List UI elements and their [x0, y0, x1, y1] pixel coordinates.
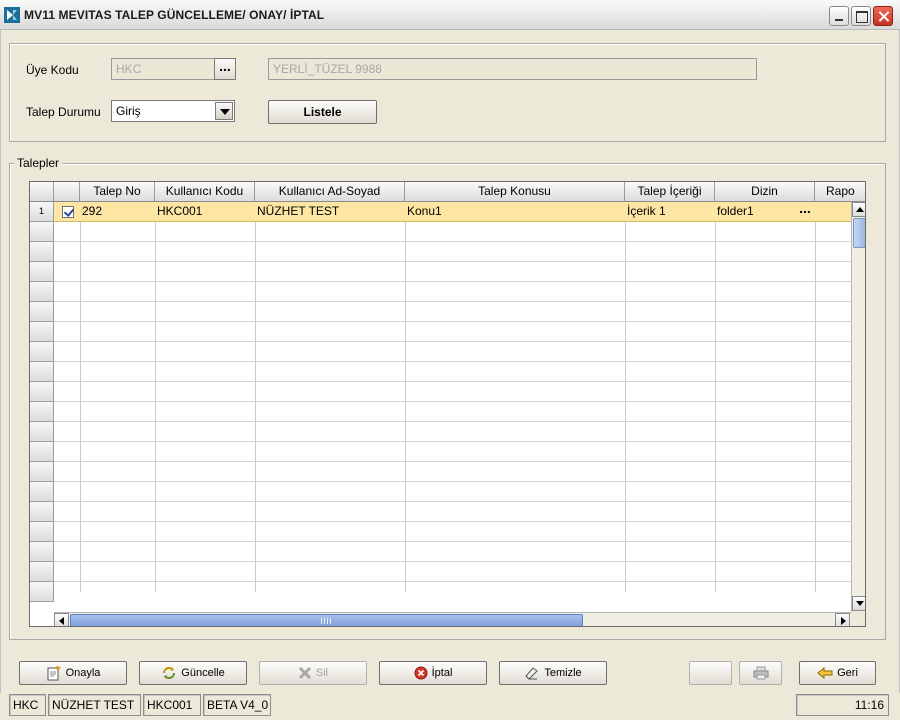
horizontal-scrollbar[interactable] — [54, 612, 851, 626]
row-header[interactable] — [30, 342, 54, 362]
cell-talep-no[interactable]: 292 — [80, 202, 155, 222]
row-header[interactable] — [30, 222, 54, 242]
onayla-label: Onayla — [65, 667, 101, 679]
row-header[interactable] — [30, 242, 54, 262]
row-header[interactable] — [30, 362, 54, 382]
scroll-up-icon[interactable] — [852, 202, 865, 217]
onayla-button[interactable]: Onayla — [19, 661, 127, 685]
uye-adi-field: YERLİ_TÜZEL 9988 — [268, 58, 757, 80]
cell-ad-soyad[interactable]: NÜZHET TEST — [255, 202, 405, 222]
status-user-code: HKC001 — [143, 694, 201, 716]
iptal-button[interactable]: İptal — [379, 661, 487, 685]
app-icon — [4, 7, 20, 23]
column-header-talep-no[interactable]: Talep No — [80, 182, 155, 202]
row-header[interactable] — [30, 462, 54, 482]
column-header-rapor[interactable]: Rapo — [815, 182, 865, 202]
row-header-1[interactable]: 1 — [30, 202, 54, 222]
row-header[interactable] — [30, 582, 54, 602]
blank-button[interactable] — [689, 661, 732, 685]
row-header[interactable] — [30, 562, 54, 582]
minimize-button[interactable] — [829, 6, 849, 26]
window-title: MV11 MEVITAS TALEP GÜNCELLEME/ ONAY/ İPT… — [24, 8, 325, 22]
column-header-select[interactable] — [54, 182, 80, 202]
cell-talep-icerigi[interactable]: İçerik 1 — [625, 202, 715, 222]
grid-lines — [54, 202, 851, 592]
uye-kodu-label: Üye Kodu — [26, 63, 79, 77]
row-header[interactable] — [30, 522, 54, 542]
geri-button[interactable]: Geri — [799, 661, 876, 685]
guncelle-button[interactable]: Güncelle — [139, 661, 247, 685]
row-header[interactable] — [30, 422, 54, 442]
eraser-icon — [525, 667, 539, 680]
talep-durumu-value: Giriş — [116, 104, 141, 118]
column-header-ad-soyad[interactable]: Kullanıcı Ad-Soyad — [255, 182, 405, 202]
row-header[interactable] — [30, 282, 54, 302]
row-header[interactable] — [30, 502, 54, 522]
row-header[interactable] — [30, 382, 54, 402]
status-time: 11:16 — [796, 694, 889, 716]
maximize-button[interactable] — [851, 6, 871, 26]
scroll-right-icon[interactable] — [835, 613, 850, 626]
uye-kodu-lookup-button[interactable]: ... — [214, 58, 236, 80]
scroll-left-icon[interactable] — [54, 613, 69, 626]
temizle-label: Temizle — [544, 667, 582, 679]
delete-icon — [298, 667, 311, 680]
row-header[interactable] — [30, 542, 54, 562]
close-button[interactable] — [873, 6, 893, 26]
chevron-down-icon[interactable] — [215, 102, 233, 120]
cell-dizin[interactable]: folder1 — [715, 202, 793, 222]
status-member: HKC — [9, 694, 46, 716]
column-header-kullanici-kodu[interactable]: Kullanıcı Kodu — [155, 182, 255, 202]
talepler-table[interactable]: Talep No Kullanıcı Kodu Kullanıcı Ad-Soy… — [29, 181, 866, 627]
geri-label: Geri — [837, 667, 858, 679]
title-bar: MV11 MEVITAS TALEP GÜNCELLEME/ ONAY/ İPT… — [0, 0, 900, 30]
status-bar: HKC NÜZHET TEST HKC001 BETA V4_0 11:16 — [0, 693, 900, 720]
back-arrow-icon — [817, 667, 833, 680]
row-header[interactable] — [30, 442, 54, 462]
status-user-name: NÜZHET TEST — [48, 694, 141, 716]
sil-label: Sil — [315, 667, 329, 679]
approve-icon — [47, 665, 61, 681]
cancel-icon — [414, 666, 428, 680]
cell-kullanici-kodu[interactable]: HKC001 — [155, 202, 255, 222]
status-version: BETA V4_0 — [203, 694, 271, 716]
uye-kodu-field[interactable]: HKC — [111, 58, 215, 80]
talep-durumu-label: Talep Durumu — [26, 105, 101, 119]
print-button[interactable] — [739, 661, 782, 685]
refresh-icon — [163, 667, 176, 680]
listele-button[interactable]: Listele — [268, 100, 377, 124]
vertical-scrollbar[interactable] — [851, 202, 865, 612]
column-header-dizin[interactable]: Dizin — [715, 182, 815, 202]
sil-button[interactable]: Sil — [259, 661, 367, 685]
row-header-corner — [30, 182, 54, 202]
dizin-lookup-button[interactable]: ... — [794, 201, 816, 222]
horizontal-scroll-thumb[interactable] — [70, 614, 583, 626]
row-header[interactable] — [30, 302, 54, 322]
talep-durumu-select[interactable]: Giriş — [111, 100, 235, 122]
temizle-button[interactable]: Temizle — [499, 661, 607, 685]
talepler-legend: Talepler — [14, 156, 63, 170]
scrollbar-corner — [851, 612, 865, 626]
row-header[interactable] — [30, 262, 54, 282]
scroll-down-icon[interactable] — [852, 596, 865, 611]
row-header[interactable] — [30, 482, 54, 502]
column-header-talep-icerigi[interactable]: Talep İçeriği — [625, 182, 715, 202]
vertical-scroll-thumb[interactable] — [853, 218, 865, 248]
guncelle-label: Güncelle — [181, 667, 225, 679]
iptal-label: İptal — [431, 667, 453, 679]
row-select-checkbox[interactable] — [62, 206, 74, 218]
column-header-talep-konusu[interactable]: Talep Konusu — [405, 182, 625, 202]
row-header[interactable] — [30, 402, 54, 422]
printer-icon — [753, 666, 768, 680]
row-header[interactable] — [30, 322, 54, 342]
cell-talep-konusu[interactable]: Konu1 — [405, 202, 625, 222]
